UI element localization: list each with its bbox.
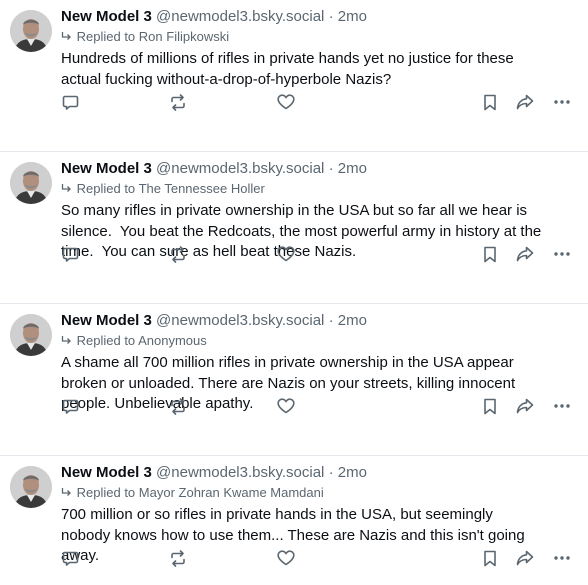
reply-arrow-icon <box>61 332 73 350</box>
share-arrow-icon[interactable] <box>515 92 535 112</box>
avatar[interactable] <box>10 314 52 356</box>
reply-bubble-icon[interactable] <box>60 548 80 568</box>
reply-context[interactable]: Replied to Mayor Zohran Kwame Mamdani <box>61 484 576 502</box>
reply-context[interactable]: Replied to The Tennessee Holler <box>61 180 576 198</box>
more-dots-icon[interactable] <box>552 396 572 416</box>
heart-icon[interactable] <box>276 396 296 416</box>
post-item[interactable]: New Model 3 @newmodel3.bsky.social · 2mo… <box>0 152 588 304</box>
bookmark-icon[interactable] <box>480 92 500 112</box>
heart-icon[interactable] <box>276 244 296 264</box>
bookmark-icon[interactable] <box>480 396 500 416</box>
share-arrow-icon[interactable] <box>515 548 535 568</box>
more-dots-icon[interactable] <box>552 244 572 264</box>
author-name[interactable]: New Model 3 <box>61 160 152 177</box>
post-time[interactable]: 2mo <box>338 8 367 25</box>
reply-prefix: Replied to <box>76 333 136 348</box>
post-actions <box>0 244 588 264</box>
author-name[interactable]: New Model 3 <box>61 312 152 329</box>
separator: · <box>328 464 334 481</box>
reply-target[interactable]: Anonymous <box>138 333 207 348</box>
more-dots-icon[interactable] <box>552 92 572 112</box>
reply-arrow-icon <box>61 28 73 46</box>
repost-icon[interactable] <box>168 244 188 264</box>
reply-target[interactable]: Mayor Zohran Kwame Mamdani <box>139 485 324 500</box>
reply-target[interactable]: Ron Filipkowski <box>139 29 229 44</box>
post-header: New Model 3 @newmodel3.bsky.social · 2mo <box>61 463 576 483</box>
bookmark-icon[interactable] <box>480 548 500 568</box>
post-header: New Model 3 @newmodel3.bsky.social · 2mo <box>61 159 576 179</box>
post-header: New Model 3 @newmodel3.bsky.social · 2mo <box>61 311 576 331</box>
post-item[interactable]: New Model 3 @newmodel3.bsky.social · 2mo… <box>0 0 588 152</box>
reply-prefix: Replied to <box>76 485 136 500</box>
reply-bubble-icon[interactable] <box>60 92 80 112</box>
repost-icon[interactable] <box>168 548 188 568</box>
more-dots-icon[interactable] <box>552 548 572 568</box>
separator: · <box>328 160 334 177</box>
repost-icon[interactable] <box>168 396 188 416</box>
avatar[interactable] <box>10 162 52 204</box>
share-arrow-icon[interactable] <box>515 396 535 416</box>
share-arrow-icon[interactable] <box>515 244 535 264</box>
post-time[interactable]: 2mo <box>338 312 367 329</box>
post-item[interactable]: New Model 3 @newmodel3.bsky.social · 2mo… <box>0 456 588 583</box>
post-content: New Model 3 @newmodel3.bsky.social · 2mo… <box>61 7 576 90</box>
post-time[interactable]: 2mo <box>338 464 367 481</box>
reply-context[interactable]: Replied to Ron Filipkowski <box>61 28 576 46</box>
author-name[interactable]: New Model 3 <box>61 8 152 25</box>
author-handle[interactable]: @newmodel3.bsky.social <box>156 312 324 329</box>
post-item[interactable]: New Model 3 @newmodel3.bsky.social · 2mo… <box>0 304 588 456</box>
reply-prefix: Replied to <box>76 29 136 44</box>
reply-context[interactable]: Replied to Anonymous <box>61 332 576 350</box>
reply-arrow-icon <box>61 180 73 198</box>
author-handle[interactable]: @newmodel3.bsky.social <box>156 160 324 177</box>
post-feed: New Model 3 @newmodel3.bsky.social · 2mo… <box>0 0 588 583</box>
repost-icon[interactable] <box>168 92 188 112</box>
bookmark-icon[interactable] <box>480 244 500 264</box>
reply-prefix: Replied to <box>76 181 136 196</box>
reply-arrow-icon <box>61 484 73 502</box>
post-header: New Model 3 @newmodel3.bsky.social · 2mo <box>61 7 576 27</box>
avatar[interactable] <box>10 466 52 508</box>
avatar[interactable] <box>10 10 52 52</box>
post-text: Hundreds of millions of rifles in privat… <box>61 50 514 88</box>
author-handle[interactable]: @newmodel3.bsky.social <box>156 8 324 25</box>
author-handle[interactable]: @newmodel3.bsky.social <box>156 464 324 481</box>
heart-icon[interactable] <box>276 92 296 112</box>
heart-icon[interactable] <box>276 548 296 568</box>
reply-bubble-icon[interactable] <box>60 396 80 416</box>
post-time[interactable]: 2mo <box>338 160 367 177</box>
author-name[interactable]: New Model 3 <box>61 464 152 481</box>
separator: · <box>328 312 334 329</box>
reply-target[interactable]: The Tennessee Holler <box>139 181 265 196</box>
post-actions <box>0 548 588 568</box>
separator: · <box>328 8 334 25</box>
post-actions <box>0 92 588 112</box>
post-actions <box>0 396 588 416</box>
reply-bubble-icon[interactable] <box>60 244 80 264</box>
